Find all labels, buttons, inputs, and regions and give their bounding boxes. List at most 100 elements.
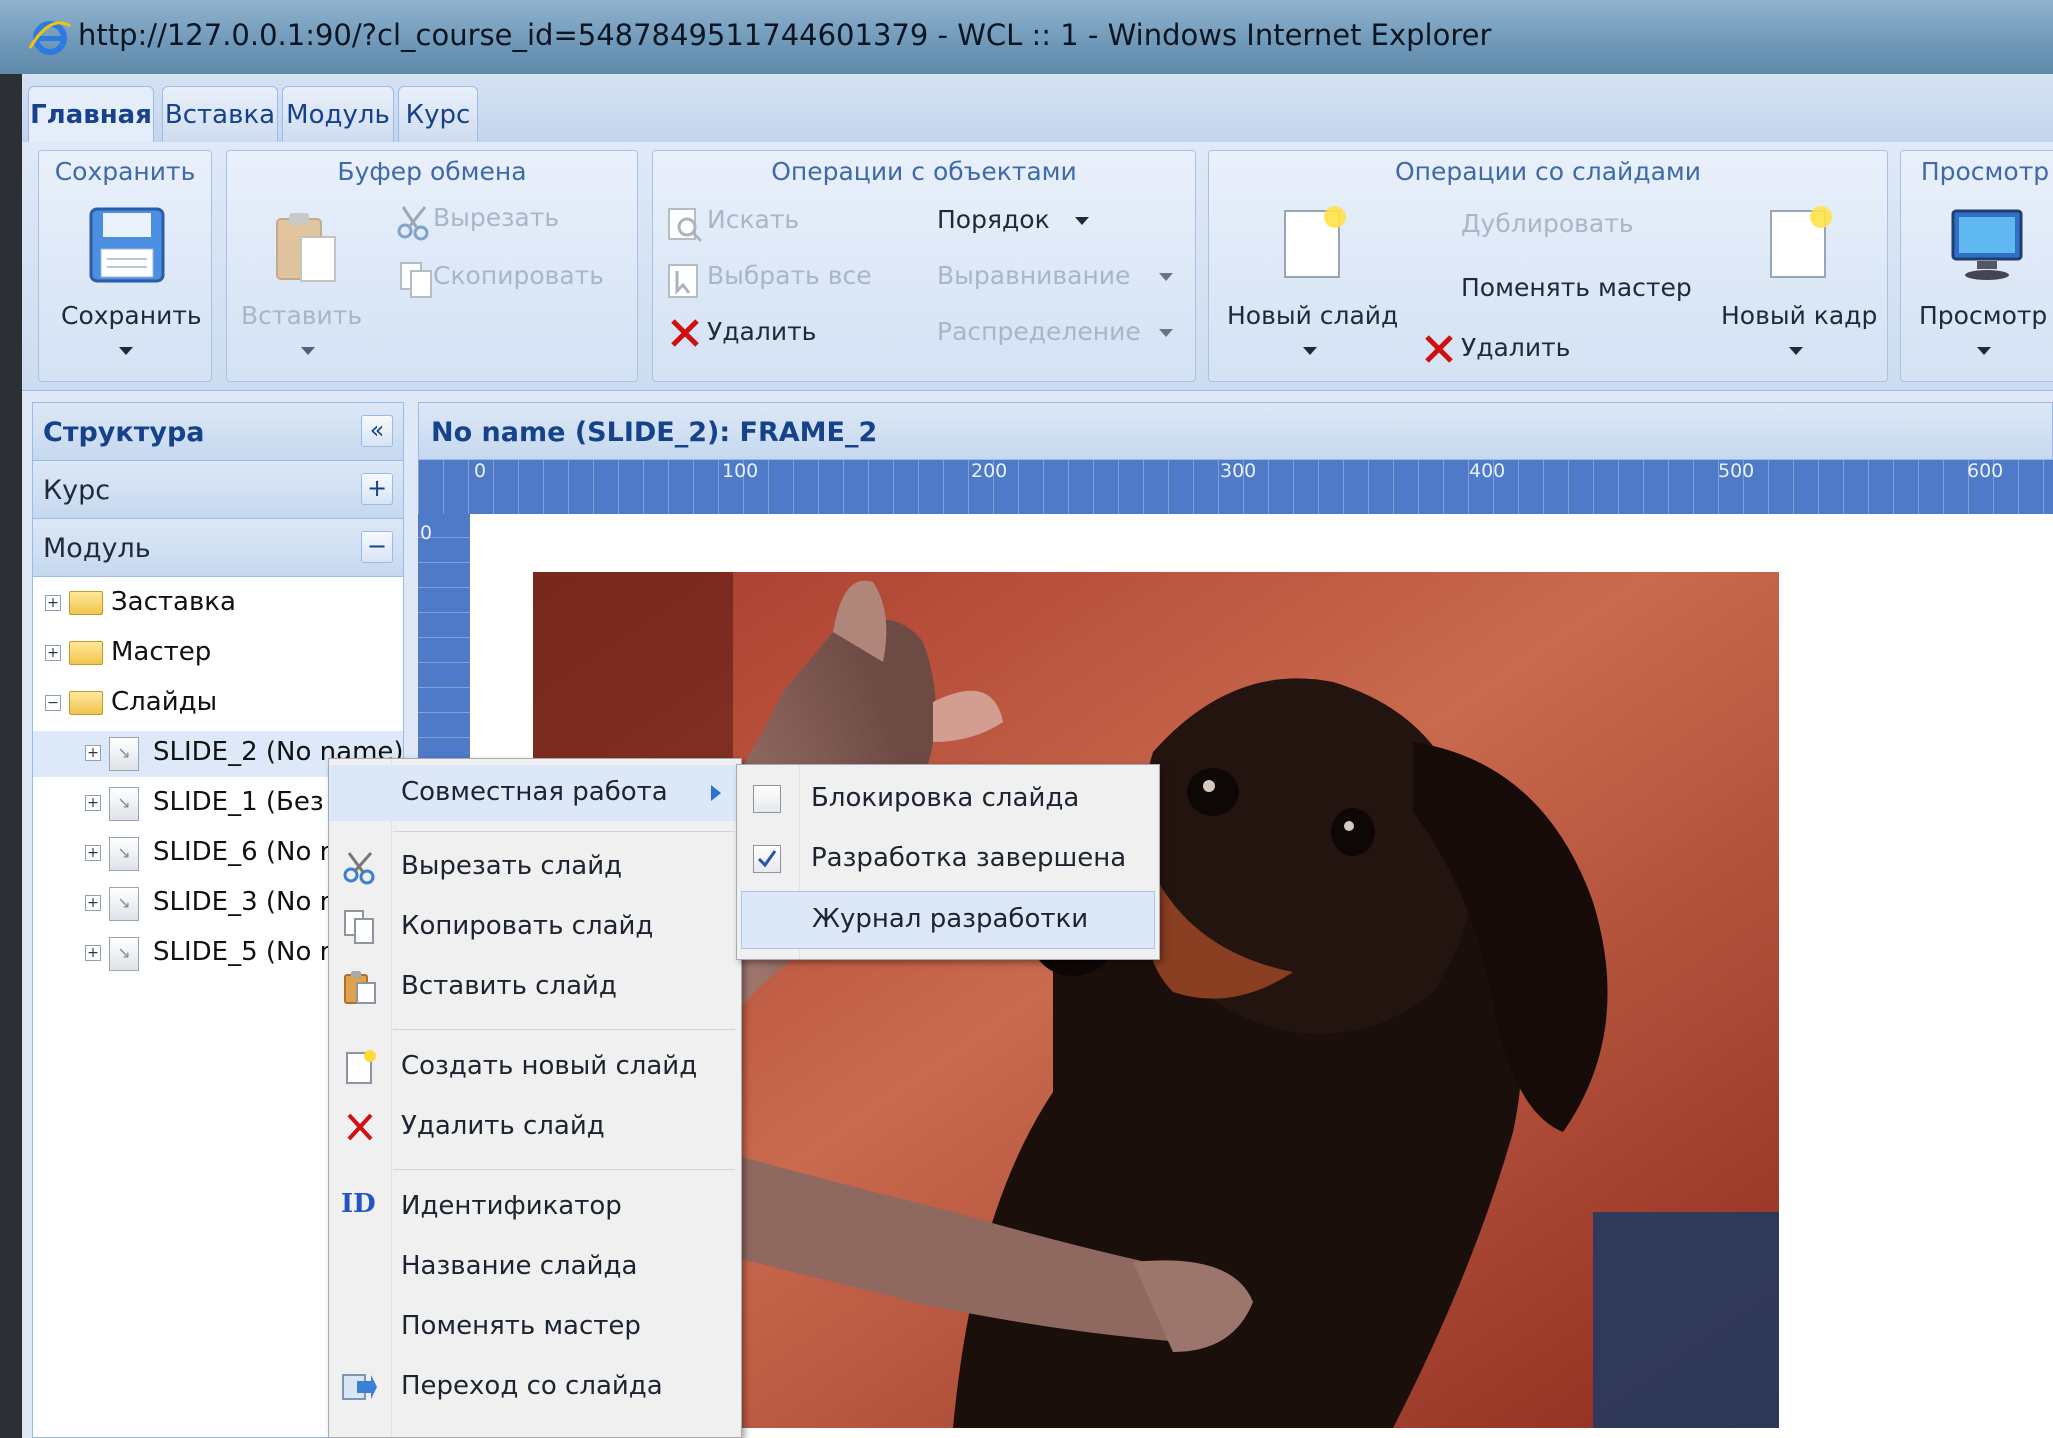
menu-item-identifier[interactable]: ID Идентификатор (329, 1179, 741, 1235)
menu-item-label: Идентификатор (401, 1191, 622, 1221)
change-master-button[interactable]: Поменять мастер (1461, 273, 1692, 302)
new-frame-button[interactable]: Новый кадр (1721, 301, 1877, 330)
menu-item-copy-slide[interactable]: Копировать слайд (329, 899, 741, 955)
ruler-label: 200 (971, 460, 1008, 482)
tab-course[interactable]: Курс (398, 86, 478, 142)
collapse-module-button[interactable]: − (361, 531, 393, 563)
expand-plus-icon[interactable]: + (85, 795, 101, 811)
module-section-header[interactable]: Модуль − (33, 519, 403, 577)
new-frame-dropdown-arrow-icon[interactable] (1789, 347, 1803, 355)
module-section-label: Модуль (43, 533, 151, 564)
menu-item-label: Копировать слайд (401, 911, 654, 941)
menu-separator (393, 1169, 735, 1170)
slide-icon: ↘ (109, 737, 139, 771)
clipboard-group: Буфер обмена Вставить Вырезать Скопирова… (226, 150, 638, 382)
menu-item-label: Совместная работа (401, 777, 668, 807)
submenu-item-development-log[interactable]: Журнал разработки (741, 891, 1155, 949)
new-slide-dropdown-arrow-icon[interactable] (1303, 347, 1317, 355)
menu-item-label: Вырезать слайд (401, 851, 623, 881)
paste-dropdown-arrow-icon[interactable] (301, 347, 315, 355)
ribbon-tab-strip: Главная Вставка Модуль Курс (22, 74, 2053, 143)
tab-home[interactable]: Главная (28, 86, 154, 143)
floppy-disk-icon (89, 207, 165, 283)
delete-slide-x-icon (1425, 335, 1453, 363)
new-slide-button[interactable]: Новый слайд (1227, 301, 1398, 330)
collapse-panel-button[interactable]: « (361, 415, 393, 447)
distribute-dropdown-arrow-icon[interactable] (1159, 329, 1173, 337)
distribute-button[interactable]: Распределение (937, 317, 1141, 346)
expand-course-button[interactable]: + (361, 473, 393, 505)
view-group: Просмотр Просмотр (1900, 150, 2053, 382)
expand-plus-icon[interactable]: + (85, 945, 101, 961)
find-button[interactable]: Искать (707, 205, 799, 234)
align-dropdown-arrow-icon[interactable] (1159, 273, 1173, 281)
lock-slide-checkbox[interactable] (753, 785, 781, 813)
menu-separator (393, 1029, 735, 1030)
development-done-checkbox[interactable] (753, 845, 781, 873)
delete-x-icon (671, 319, 699, 347)
copy-icon (344, 910, 374, 944)
preview-dropdown-arrow-icon[interactable] (1977, 347, 1991, 355)
slide-icon: ↘ (109, 837, 139, 871)
expand-plus-icon[interactable]: + (45, 645, 61, 661)
delete-slide-ribbon-button[interactable]: Удалить (1461, 333, 1570, 362)
expand-plus-icon[interactable]: + (85, 745, 101, 761)
ruler-label: 0 (420, 522, 433, 544)
menu-item-create-slide[interactable]: Создать новый слайд (329, 1039, 741, 1095)
expand-plus-icon[interactable]: + (45, 595, 61, 611)
tree-slide-label: SLIDE_5 (No n (153, 937, 337, 967)
menu-item-collaboration[interactable]: Совместная работа (329, 765, 741, 821)
menu-item-slide-transition[interactable]: Переход со слайда (329, 1359, 741, 1415)
tree-folder-slides[interactable]: − Слайды (33, 681, 403, 727)
structure-title: Структура (43, 417, 205, 448)
select-all-button[interactable]: Выбрать все (707, 261, 872, 290)
paste-icon (344, 971, 376, 1004)
tree-folder-label: Заставка (111, 587, 236, 617)
menu-item-label: Вставить слайд (401, 971, 617, 1001)
submenu-item-label: Журнал разработки (812, 904, 1089, 934)
horizontal-ruler: 0 100 200 300 400 500 600 (418, 460, 2053, 514)
menu-item-delete-slide[interactable]: Удалить слайд (329, 1099, 741, 1155)
id-badge-icon: ID (341, 1189, 376, 1219)
tab-insert[interactable]: Вставка (162, 86, 278, 142)
find-icon (668, 208, 703, 243)
menu-item-cut-slide[interactable]: Вырезать слайд (329, 839, 741, 895)
scissors-icon (343, 852, 375, 885)
editor-header: No name (SLIDE_2): FRAME_2 (418, 402, 2053, 460)
course-section-header[interactable]: Курс + (33, 461, 403, 519)
ruler-label: 100 (722, 460, 759, 482)
order-dropdown-arrow-icon[interactable] (1075, 217, 1089, 225)
copy-button[interactable]: Скопировать (433, 261, 604, 290)
menu-item-change-master[interactable]: Поменять мастер (329, 1299, 741, 1355)
menu-item-paste-slide[interactable]: Вставить слайд (329, 959, 741, 1015)
preview-button[interactable]: Просмотр (1919, 301, 2047, 330)
paste-icon (276, 213, 336, 282)
submenu-item-development-done[interactable]: Разработка завершена (737, 831, 1159, 887)
ruler-label: 0 (474, 460, 487, 482)
save-button[interactable]: Сохранить (61, 301, 202, 330)
save-dropdown-arrow-icon[interactable] (119, 347, 133, 355)
duplicate-slide-button[interactable]: Дублировать (1461, 209, 1634, 238)
open-folder-icon (69, 691, 103, 715)
order-button[interactable]: Порядок (937, 205, 1050, 234)
tree-folder-splash[interactable]: + Заставка (33, 581, 403, 627)
submenu-item-label: Разработка завершена (811, 843, 1127, 873)
tree-slide-label: SLIDE_1 (Без (153, 787, 324, 817)
align-button[interactable]: Выравнивание (937, 261, 1130, 290)
cut-button[interactable]: Вырезать (433, 203, 559, 232)
ie-logo-icon (28, 21, 71, 55)
tree-folder-master[interactable]: + Мастер (33, 631, 403, 677)
delete-object-button[interactable]: Удалить (707, 317, 816, 346)
submenu-item-lock-slide[interactable]: Блокировка слайда (737, 771, 1159, 827)
window-title: http://127.0.0.1:90/?cl_course_id=548784… (78, 18, 1492, 52)
save-group-header: Сохранить (54, 157, 196, 186)
editor-title: No name (SLIDE_2): FRAME_2 (431, 417, 878, 448)
paste-button[interactable]: Вставить (241, 301, 362, 330)
tab-module[interactable]: Модуль (282, 86, 394, 142)
menu-item-label: Создать новый слайд (401, 1051, 698, 1081)
collapse-minus-icon[interactable]: − (45, 695, 61, 711)
expand-plus-icon[interactable]: + (85, 845, 101, 861)
expand-plus-icon[interactable]: + (85, 895, 101, 911)
menu-item-slide-name[interactable]: Название слайда (329, 1239, 741, 1295)
collaboration-submenu: Блокировка слайда Разработка завершена Ж… (736, 764, 1160, 960)
